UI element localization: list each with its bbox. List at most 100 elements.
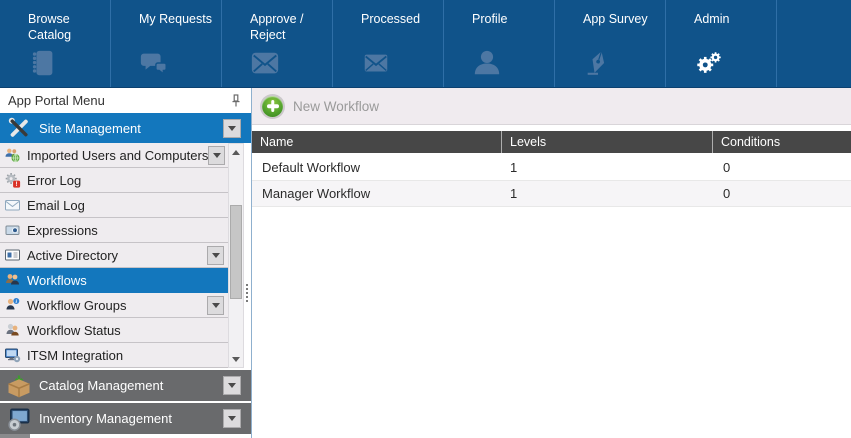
processed-envelope-icon (361, 48, 391, 78)
cell-conditions: 0 (713, 160, 851, 175)
workflow-status-icon (4, 322, 21, 338)
nav-tab-label: Browse Catalog (28, 11, 104, 44)
sidebar-item-workflows[interactable]: Workflows (0, 268, 228, 293)
workflow-groups-icon: i (4, 297, 21, 313)
sidebar-item-active-directory[interactable]: Active Directory (0, 243, 228, 268)
item-dropdown-button[interactable] (207, 246, 224, 265)
nav-tab-label: Approve / Reject (250, 11, 326, 44)
scroll-up-button[interactable] (229, 144, 243, 159)
chevron-down-icon (212, 253, 220, 262)
sidebar-item-imported-users-and-computers[interactable]: Imported Users and Computers (0, 143, 228, 168)
nav-tab-label: Processed (361, 11, 437, 27)
new-workflow-label: New Workflow (293, 99, 379, 114)
section-dropdown-button[interactable] (223, 409, 241, 428)
table-row[interactable]: Manager Workflow 1 0 (252, 181, 851, 207)
sidebar-scrollbar (228, 143, 244, 368)
nav-tab-approve-reject[interactable]: Approve / Reject (222, 0, 333, 87)
sidebar-splitter[interactable] (246, 284, 248, 286)
sidebar-item-error-log[interactable]: ! Error Log (0, 168, 228, 193)
sidebar-item-label: Workflows (27, 273, 87, 288)
column-header-name[interactable]: Name (252, 131, 502, 153)
cell-name: Manager Workflow (252, 186, 502, 201)
toolbar: New Workflow (252, 88, 851, 125)
new-workflow-button[interactable]: New Workflow (262, 96, 379, 117)
sidebar-next-section-stub (0, 434, 30, 438)
workspace: App Portal Menu Site Management Imported… (0, 88, 851, 438)
sidebar-item-label: Email Log (27, 198, 85, 213)
sidebar: App Portal Menu Site Management Imported… (0, 88, 252, 438)
sidebar-section-site-management[interactable]: Site Management (0, 113, 251, 143)
catalog-box-icon (7, 374, 31, 398)
sidebar-item-label: Active Directory (27, 248, 118, 263)
sidebar-section-inventory-management[interactable]: Inventory Management (0, 403, 251, 434)
chevron-down-icon (212, 303, 220, 312)
nav-tab-app-survey[interactable]: App Survey (555, 0, 666, 87)
nav-tab-admin[interactable]: Admin (666, 0, 777, 87)
sidebar-item-label: ITSM Integration (27, 348, 123, 363)
sidebar-item-itsm-integration[interactable]: ITSM Integration (0, 343, 228, 368)
chevron-down-icon (228, 383, 236, 392)
nav-tab-processed[interactable]: Processed (333, 0, 444, 87)
email-log-icon (4, 197, 21, 213)
pin-icon[interactable] (228, 93, 244, 109)
section-dropdown-button[interactable] (223, 376, 241, 395)
expressions-icon (4, 222, 21, 238)
sidebar-body: Imported Users and Computers ! Error Log… (0, 143, 251, 368)
approve-envelope-icon (250, 48, 280, 78)
nav-tab-profile[interactable]: Profile (444, 0, 555, 87)
column-header-conditions[interactable]: Conditions (713, 131, 851, 153)
sidebar-header: App Portal Menu (0, 88, 251, 113)
scrollbar-thumb[interactable] (230, 205, 242, 299)
admin-gears-icon (694, 48, 724, 78)
chat-bubbles-icon (139, 48, 169, 78)
green-plus-icon (262, 96, 283, 117)
top-nav: Browse Catalog My Requests Approve / Rej… (0, 0, 851, 88)
cell-name: Default Workflow (252, 160, 502, 175)
sidebar-item-label: Expressions (27, 223, 98, 238)
users-computers-icon (4, 147, 21, 163)
nav-tab-browse-catalog[interactable]: Browse Catalog (0, 0, 111, 87)
column-header-levels[interactable]: Levels (502, 131, 713, 153)
error-log-icon: ! (4, 172, 21, 188)
sidebar-item-label: Imported Users and Computers (27, 148, 208, 163)
nav-tab-label: Profile (472, 11, 548, 27)
section-label: Catalog Management (39, 378, 163, 393)
nav-tab-label: My Requests (139, 11, 215, 27)
chevron-down-icon (228, 416, 236, 425)
table-body: Default Workflow 1 0 Manager Workflow 1 … (252, 155, 851, 207)
item-dropdown-button[interactable] (207, 296, 224, 315)
triangle-up-icon (232, 146, 240, 155)
active-directory-icon (4, 247, 21, 263)
sidebar-item-label: Workflow Status (27, 323, 121, 338)
cell-levels: 1 (502, 186, 713, 201)
sidebar-title: App Portal Menu (8, 93, 105, 108)
sidebar-item-workflow-groups[interactable]: i Workflow Groups (0, 293, 228, 318)
sidebar-item-workflow-status[interactable]: Workflow Status (0, 318, 228, 343)
tools-icon (7, 116, 31, 140)
sidebar-item-email-log[interactable]: Email Log (0, 193, 228, 218)
sidebar-item-label: Workflow Groups (27, 298, 126, 313)
svg-text:!: ! (16, 181, 18, 188)
nav-tab-label: App Survey (583, 11, 659, 27)
chevron-down-icon (228, 126, 236, 135)
profile-person-icon (472, 48, 502, 78)
table-row[interactable]: Default Workflow 1 0 (252, 155, 851, 181)
scroll-down-button[interactable] (229, 352, 243, 367)
sidebar-item-expressions[interactable]: Expressions (0, 218, 228, 243)
content-area: New Workflow Name Levels Conditions Defa… (252, 88, 851, 438)
table-header: Name Levels Conditions (252, 131, 851, 155)
catalog-book-icon (28, 48, 58, 78)
section-dropdown-button[interactable] (223, 119, 241, 138)
triangle-down-icon (232, 357, 240, 366)
workflows-table: Name Levels Conditions Default Workflow … (252, 131, 851, 207)
cell-levels: 1 (502, 160, 713, 175)
scrollbar-track[interactable] (229, 159, 243, 352)
item-dropdown-button[interactable] (208, 146, 225, 165)
survey-pen-icon (583, 48, 613, 78)
nav-tab-my-requests[interactable]: My Requests (111, 0, 222, 87)
sidebar-section-catalog-management[interactable]: Catalog Management (0, 370, 251, 401)
sidebar-item-label: Error Log (27, 173, 81, 188)
nav-filler (777, 0, 851, 87)
inventory-computer-icon (7, 407, 31, 431)
section-label: Inventory Management (39, 411, 172, 426)
